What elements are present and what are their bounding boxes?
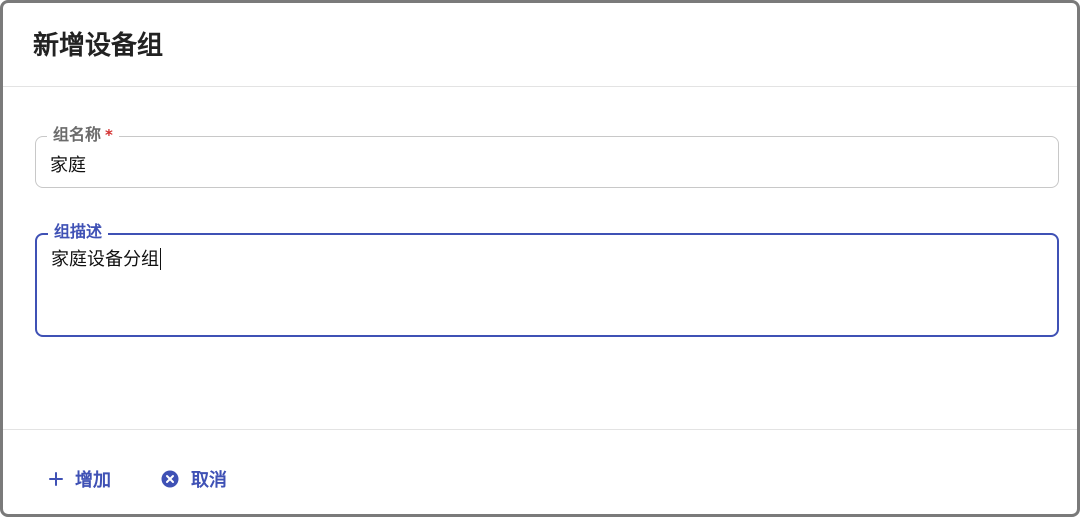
group-name-field[interactable]: 组名称 * 家庭 [35, 125, 1059, 188]
group-description-value: 家庭设备分组 [51, 249, 159, 270]
dialog-footer: 增加 取消 [3, 429, 1077, 514]
group-description-field[interactable]: 组描述 家庭设备分组 [35, 222, 1059, 337]
text-caret [160, 247, 161, 270]
add-button-label: 增加 [75, 470, 111, 491]
add-device-group-dialog: 新增设备组 组名称 * 家庭 组描述 家庭设备分组 增加 取消 [0, 0, 1080, 517]
group-name-input[interactable]: 家庭 [50, 151, 86, 177]
cancel-button[interactable]: 取消 [161, 466, 227, 492]
group-description-label: 组描述 [48, 222, 109, 242]
cancel-circle-icon [161, 470, 179, 488]
dialog-header: 新增设备组 [3, 3, 1077, 87]
group-description-textarea[interactable]: 家庭设备分组 [51, 245, 161, 271]
cancel-button-label: 取消 [191, 470, 227, 491]
add-button[interactable]: 增加 [49, 466, 111, 492]
group-name-label: 组名称 * [47, 125, 119, 145]
plus-icon [49, 472, 63, 486]
required-asterisk: * [105, 126, 113, 144]
dialog-title: 新增设备组 [33, 31, 164, 61]
dialog-body: 组名称 * 家庭 组描述 家庭设备分组 [3, 87, 1077, 429]
group-name-label-text: 组名称 [53, 125, 102, 144]
